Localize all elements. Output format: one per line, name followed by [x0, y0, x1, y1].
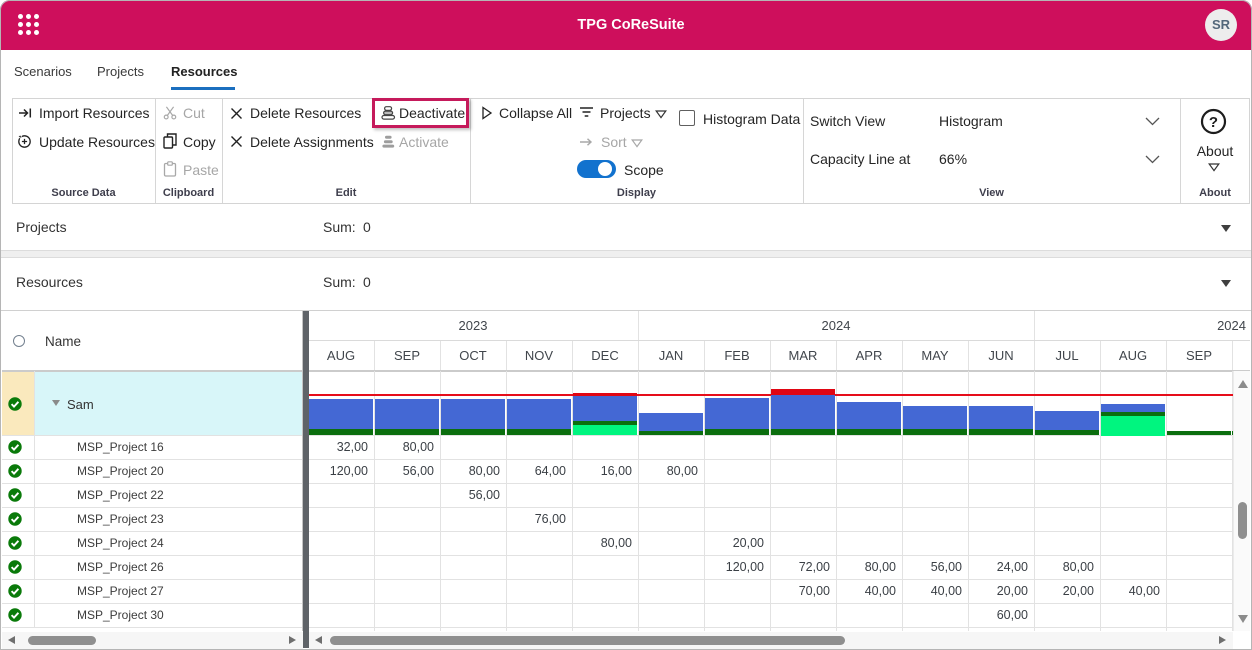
svg-text:?: ? [1209, 114, 1218, 131]
